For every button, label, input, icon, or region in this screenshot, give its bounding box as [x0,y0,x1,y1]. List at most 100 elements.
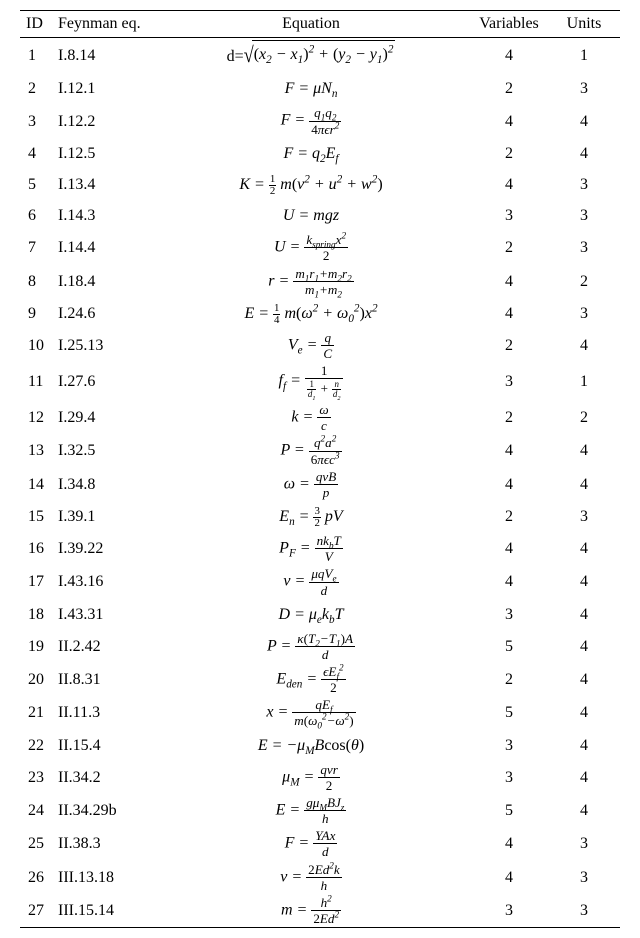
cell-id: 11 [20,362,56,401]
cell-equation: D = μekbT [152,599,470,630]
cell-units: 3 [548,861,620,894]
cell-feynman-eq: III.15.14 [56,894,152,928]
cell-units: 4 [548,104,620,137]
table-row: 27 III.15.14 m = h22Ed2 3 3 [20,894,620,928]
cell-id: 2 [20,73,56,104]
cell-units: 4 [548,468,620,501]
cell-feynman-eq: II.2.42 [56,630,152,663]
cell-units: 4 [548,663,620,696]
cell-units: 3 [548,894,620,928]
cell-variables: 3 [470,730,548,761]
cell-variables: 4 [470,565,548,598]
table-row: 14 I.34.8 ω = qvBp 4 4 [20,468,620,501]
cell-variables: 2 [470,138,548,169]
table-row: 5 I.13.4 K = 12 m(v2 + u2 + w2) 4 3 [20,169,620,200]
table-row: 20 II.8.31 Eden = ϵEf22 2 4 [20,663,620,696]
table-row: 23 II.34.2 μM = qvr2 3 4 [20,761,620,794]
cell-variables: 3 [470,362,548,401]
cell-units: 4 [548,532,620,565]
table-row: 13 I.32.5 P = q2a26πϵc3 4 4 [20,434,620,467]
cell-units: 4 [548,794,620,827]
cell-id: 5 [20,169,56,200]
cell-equation: E = −μMBcos(θ) [152,730,470,761]
cell-units: 4 [548,696,620,729]
cell-equation: ω = qvBp [152,468,470,501]
cell-id: 15 [20,501,56,532]
cell-equation: F = μNn [152,73,470,104]
cell-equation: F = YAxd [152,827,470,860]
cell-variables: 4 [470,265,548,298]
cell-variables: 4 [470,298,548,329]
cell-equation: ff = 11d1 + nd2 [152,362,470,401]
table-row: 11 I.27.6 ff = 11d1 + nd2 3 1 [20,362,620,401]
cell-variables: 5 [470,630,548,663]
cell-feynman-eq: III.13.18 [56,861,152,894]
cell-equation: P = κ(T2−T1)Ad [152,630,470,663]
cell-units: 3 [548,501,620,532]
cell-id: 14 [20,468,56,501]
cell-units: 1 [548,38,620,74]
cell-id: 20 [20,663,56,696]
cell-feynman-eq: I.8.14 [56,38,152,74]
cell-feynman-eq: I.29.4 [56,401,152,434]
table-row: 21 II.11.3 x = qEfm(ω02−ω2) 5 4 [20,696,620,729]
cell-equation: En = 32 pV [152,501,470,532]
cell-units: 4 [548,329,620,362]
cell-feynman-eq: I.13.4 [56,169,152,200]
cell-variables: 2 [470,663,548,696]
cell-id: 18 [20,599,56,630]
cell-units: 2 [548,401,620,434]
cell-units: 3 [548,827,620,860]
cell-equation: μM = qvr2 [152,761,470,794]
cell-equation: m = h22Ed2 [152,894,470,928]
cell-feynman-eq: I.12.5 [56,138,152,169]
cell-equation: Ve = qC [152,329,470,362]
cell-feynman-eq: II.34.2 [56,761,152,794]
cell-variables: 3 [470,894,548,928]
table-row: 12 I.29.4 k = ωc 2 2 [20,401,620,434]
table-row: 2 I.12.1 F = μNn 2 3 [20,73,620,104]
cell-feynman-eq: I.43.31 [56,599,152,630]
header-feynman: Feynman eq. [56,11,152,38]
cell-variables: 4 [470,169,548,200]
cell-variables: 4 [470,827,548,860]
cell-variables: 2 [470,501,548,532]
cell-variables: 5 [470,696,548,729]
cell-equation: v = 2Ed2kh [152,861,470,894]
cell-variables: 2 [470,401,548,434]
cell-equation: v = μqVed [152,565,470,598]
header-variables: Variables [470,11,548,38]
cell-id: 9 [20,298,56,329]
cell-units: 4 [548,761,620,794]
cell-equation: Eden = ϵEf22 [152,663,470,696]
cell-equation: P = q2a26πϵc3 [152,434,470,467]
cell-id: 19 [20,630,56,663]
cell-feynman-eq: I.18.4 [56,265,152,298]
table-row: 22 II.15.4 E = −μMBcos(θ) 3 4 [20,730,620,761]
cell-variables: 2 [470,231,548,264]
cell-feynman-eq: I.34.8 [56,468,152,501]
cell-equation: x = qEfm(ω02−ω2) [152,696,470,729]
cell-feynman-eq: I.32.5 [56,434,152,467]
cell-equation: E = 14 m(ω2 + ω02)x2 [152,298,470,329]
cell-units: 4 [548,138,620,169]
cell-equation: K = 12 m(v2 + u2 + w2) [152,169,470,200]
cell-units: 3 [548,298,620,329]
cell-id: 17 [20,565,56,598]
cell-equation: F = q2Ef [152,138,470,169]
cell-units: 3 [548,169,620,200]
cell-variables: 4 [470,468,548,501]
cell-units: 3 [548,231,620,264]
table-row: 7 I.14.4 U = kspringx22 2 3 [20,231,620,264]
feynman-equations-table: ID Feynman eq. Equation Variables Units … [20,10,620,928]
header-equation: Equation [152,11,470,38]
cell-id: 6 [20,200,56,231]
table-row: 1 I.8.14 d=√(x2 − x1)2 + (y2 − y1)2 4 1 [20,38,620,74]
cell-id: 21 [20,696,56,729]
cell-equation: PF = nkbTV [152,532,470,565]
table-row: 4 I.12.5 F = q2Ef 2 4 [20,138,620,169]
cell-id: 7 [20,231,56,264]
cell-feynman-eq: I.12.2 [56,104,152,137]
cell-id: 27 [20,894,56,928]
cell-id: 26 [20,861,56,894]
